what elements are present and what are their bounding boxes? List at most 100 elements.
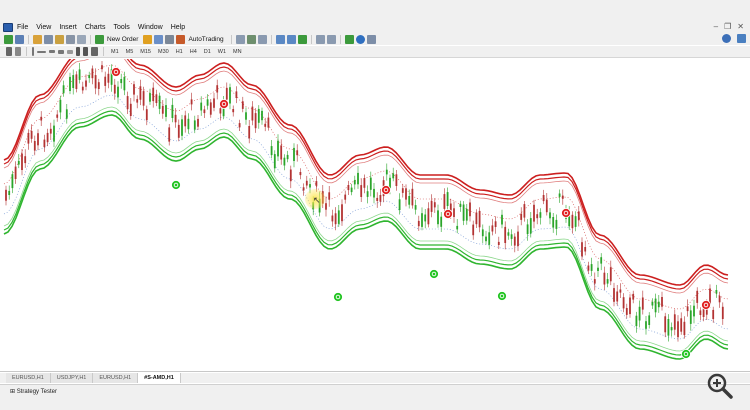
new-order-button[interactable]: New Order [107, 36, 138, 43]
menu-view[interactable]: View [36, 24, 51, 31]
timeframe-h4[interactable]: H4 [188, 49, 199, 55]
data-window-icon[interactable] [44, 34, 53, 44]
zoom-out-icon[interactable] [286, 34, 296, 44]
community-icon[interactable] [737, 34, 746, 43]
sell-signal-marker [381, 185, 391, 195]
candle-body [241, 101, 244, 109]
chart-shift-icon[interactable] [315, 34, 325, 44]
periods-icon[interactable] [355, 34, 365, 44]
candle-body [264, 123, 267, 127]
autotrading-icon[interactable] [176, 34, 186, 44]
menu-help[interactable]: Help [171, 24, 185, 31]
search-icon[interactable] [722, 34, 731, 43]
lower-band-soft [3, 106, 729, 352]
timeframe-h1[interactable]: H1 [174, 49, 185, 55]
save-icon[interactable] [165, 34, 175, 44]
tab-eurusd-h1[interactable]: EURUSD,H1 [6, 373, 51, 383]
arrows-icon[interactable] [91, 47, 98, 56]
candle-body [507, 232, 510, 236]
meta-editor-icon[interactable] [143, 34, 153, 44]
candle-body [53, 125, 55, 142]
menu-file[interactable]: File [17, 24, 28, 31]
candle-body [49, 128, 52, 134]
templates-icon[interactable] [366, 34, 376, 44]
menu-window[interactable]: Window [138, 24, 163, 31]
candle-body [392, 173, 395, 179]
tile-windows-icon[interactable] [297, 34, 307, 44]
timeframe-d1[interactable]: D1 [202, 49, 213, 55]
candlestick-chart[interactable] [0, 59, 750, 372]
restore-icon[interactable]: ❐ [724, 22, 731, 32]
tab-amd-h1[interactable]: #S-AMD,H1 [138, 373, 181, 383]
candle-body [27, 132, 30, 144]
new-chart-icon[interactable] [4, 34, 13, 44]
timeframe-w1[interactable]: W1 [216, 49, 228, 55]
line-chart-icon[interactable] [257, 34, 267, 44]
new-order-icon[interactable] [95, 34, 104, 44]
candle-body [497, 241, 500, 245]
market-watch-icon[interactable] [33, 34, 42, 44]
channel-icon[interactable] [58, 49, 64, 54]
tab-usdjpy-h1[interactable]: USDJPY,H1 [50, 373, 94, 383]
print-icon[interactable] [154, 34, 164, 44]
candle-body [597, 267, 599, 271]
autotrading-button[interactable]: AutoTrading [188, 36, 223, 43]
bar-chart-icon[interactable] [235, 34, 245, 44]
mouse-cursor-icon: ↖ [313, 195, 321, 205]
menu-bar: File View Insert Charts Tools Window Hel… [0, 0, 750, 33]
candle-body [373, 188, 375, 198]
candle-body [376, 197, 379, 201]
menu-insert[interactable]: Insert [59, 24, 77, 31]
trendline-icon[interactable] [49, 50, 55, 53]
candle-body [139, 86, 142, 100]
candle-body [107, 73, 110, 83]
menu-charts[interactable]: Charts [85, 24, 106, 31]
candle-body [187, 118, 190, 130]
candle-body [683, 321, 686, 336]
candle-body [523, 204, 526, 218]
candle-body [517, 231, 519, 247]
zoom-magnifier-icon[interactable] [704, 371, 734, 401]
minimize-icon[interactable]: – [714, 22, 718, 32]
candle-body [213, 98, 215, 108]
navigator-icon[interactable] [55, 34, 64, 44]
autoscroll-icon[interactable] [326, 34, 336, 44]
candle-body [238, 123, 241, 128]
strategy-tester-toggle[interactable]: ⊞ Strategy Tester [10, 388, 57, 395]
candle-body [510, 234, 513, 239]
zoom-in-icon[interactable] [275, 34, 285, 44]
candle-body [331, 215, 334, 222]
fibonacci-icon[interactable] [67, 49, 73, 54]
crosshair-icon[interactable] [15, 47, 21, 56]
timeframe-mn[interactable]: MN [231, 49, 244, 55]
timeframe-m1[interactable]: M1 [109, 49, 121, 55]
tester-icon[interactable] [77, 34, 86, 44]
candle-body [379, 195, 382, 202]
toolbar-divider [90, 34, 91, 44]
indicators-icon[interactable] [344, 34, 354, 44]
candle-body [712, 309, 715, 319]
profiles-icon[interactable] [15, 34, 24, 44]
drawing-toolbar: M1 M5 M15 M30 H1 H4 D1 W1 MN [0, 46, 750, 58]
timeframe-m5[interactable]: M5 [124, 49, 136, 55]
timeframe-m15[interactable]: M15 [138, 49, 153, 55]
candle-body [677, 321, 679, 338]
tab-eurusd-h1-2[interactable]: EURUSD,H1 [93, 373, 139, 383]
label-icon[interactable] [83, 47, 88, 56]
close-icon[interactable]: ✕ [737, 22, 744, 32]
cursor-icon[interactable] [6, 47, 12, 56]
price-chart[interactable]: ↖ [0, 59, 750, 372]
horizontal-line-icon[interactable] [37, 50, 46, 53]
candle-body [14, 166, 17, 179]
timeframe-m30[interactable]: M30 [156, 49, 171, 55]
candle-body [606, 279, 609, 284]
menu-tools[interactable]: Tools [113, 24, 129, 31]
candle-body [33, 141, 36, 151]
candle-body [152, 87, 155, 102]
candle-chart-icon[interactable] [246, 34, 256, 44]
terminal-icon[interactable] [66, 34, 75, 44]
candle-body [411, 188, 414, 206]
vertical-line-icon[interactable] [32, 47, 34, 56]
candle-body [625, 308, 628, 315]
text-icon[interactable] [76, 47, 80, 56]
